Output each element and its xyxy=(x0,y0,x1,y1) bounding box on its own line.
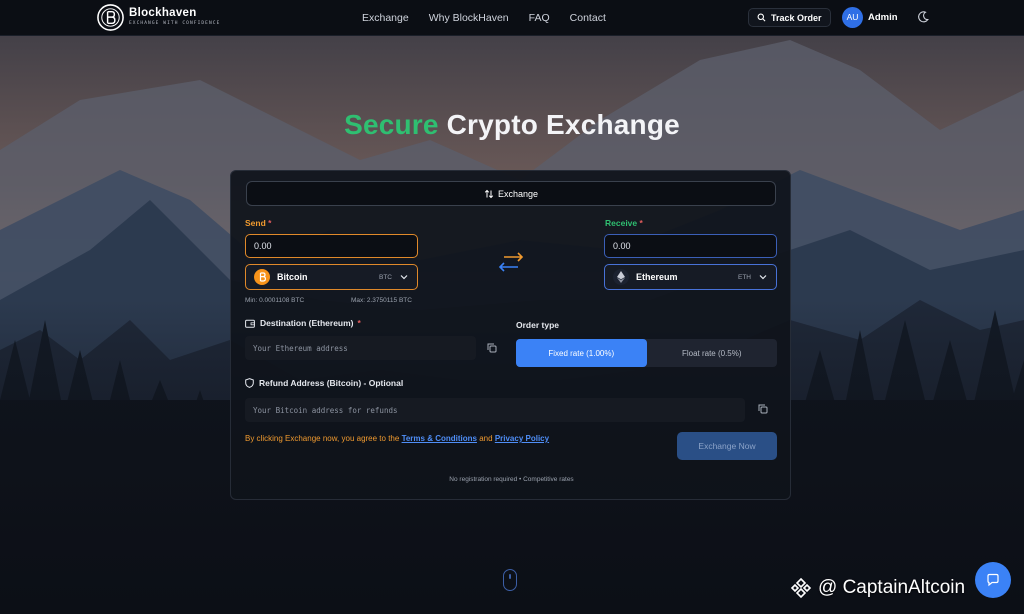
copy-refund-button[interactable] xyxy=(754,400,772,418)
required-mark: * xyxy=(639,218,643,228)
send-coin-select[interactable]: Bitcoin BTC xyxy=(245,264,418,290)
nav-link-contact[interactable]: Contact xyxy=(570,12,606,24)
footnote: No registration required • Competitive r… xyxy=(449,476,574,483)
order-option-float-rate[interactable]: Float rate (0.5%) xyxy=(647,339,778,367)
search-icon xyxy=(757,13,766,22)
chat-support-button[interactable] xyxy=(975,562,1011,598)
nav-links: Exchange Why BlockHaven FAQ Contact xyxy=(362,0,626,36)
swap-arrows-icon[interactable] xyxy=(496,251,526,273)
user-name: Admin xyxy=(868,11,898,23)
copy-icon xyxy=(758,404,768,414)
wallet-icon xyxy=(245,319,255,328)
receive-label: Receive * xyxy=(605,218,643,228)
destination-label-text: Destination (Ethereum) xyxy=(260,318,354,328)
terms-and: and xyxy=(479,434,493,443)
receive-coin-select[interactable]: Ethereum ETH xyxy=(604,264,777,290)
refund-label: Refund Address (Bitcoin) - Optional xyxy=(245,378,403,388)
watermark-text: @ CaptainAltcoin xyxy=(818,577,966,598)
nav-link-faq[interactable]: FAQ xyxy=(529,12,550,24)
order-type-label: Order type xyxy=(516,320,559,330)
chevron-down-icon xyxy=(759,275,767,280)
moon-icon[interactable] xyxy=(916,10,930,24)
send-label-text: Send xyxy=(245,218,266,228)
destination-address-input[interactable]: Your Ethereum address xyxy=(245,336,476,360)
send-amount-input[interactable]: 0.00 xyxy=(245,234,418,258)
send-max-limit: Max: 2.3750115 BTC xyxy=(351,297,412,304)
order-option-fixed-rate[interactable]: Fixed rate (1.00%) xyxy=(516,339,647,367)
tab-exchange-label: Exchange xyxy=(497,188,539,199)
swap-vertical-icon xyxy=(484,189,494,198)
shield-icon xyxy=(245,378,254,388)
exchange-now-button[interactable]: Exchange Now xyxy=(677,432,777,460)
user-menu[interactable]: AU Admin xyxy=(842,6,898,28)
receive-label-text: Receive xyxy=(605,218,638,228)
order-type-toggle: Fixed rate (1.00%) Float rate (0.5%) xyxy=(516,339,777,367)
receive-coin-name: Ethereum xyxy=(636,272,678,282)
terms-prefix: By clicking Exchange now, you agree to t… xyxy=(245,434,400,443)
send-coin-name: Bitcoin xyxy=(277,272,308,282)
privacy-link[interactable]: Privacy Policy xyxy=(495,434,549,443)
receive-amount-input[interactable]: 0.00 xyxy=(604,234,777,258)
binance-logo-icon xyxy=(790,577,812,599)
receive-coin-symbol: ETH xyxy=(738,273,751,281)
scroll-mouse-icon xyxy=(503,569,517,591)
tab-exchange[interactable]: Exchange xyxy=(246,181,776,206)
blockhaven-logo-icon xyxy=(97,3,124,31)
terms-link[interactable]: Terms & Conditions xyxy=(402,434,477,443)
destination-label: Destination (Ethereum) * xyxy=(245,318,361,328)
watermark: @ CaptainAltcoin xyxy=(790,575,965,601)
refund-address-input[interactable]: Your Bitcoin address for refunds xyxy=(245,398,745,422)
copy-icon xyxy=(487,343,497,353)
chevron-down-icon xyxy=(400,275,408,280)
exchange-card: Exchange Send * 0.00 Bitcoin BTC Min: 0.… xyxy=(230,170,791,500)
brand-name: Blockhaven xyxy=(129,6,197,19)
brand-tagline: EXCHANGE WITH CONFIDENCE xyxy=(129,21,221,26)
copy-destination-button[interactable] xyxy=(483,339,501,357)
top-navbar: Blockhaven EXCHANGE WITH CONFIDENCE Exch… xyxy=(0,0,1024,36)
required-mark: * xyxy=(357,318,361,328)
bitcoin-icon xyxy=(254,269,270,285)
hero-title-rest: Crypto Exchange xyxy=(446,109,680,140)
brand-logo-link[interactable]: Blockhaven EXCHANGE WITH CONFIDENCE xyxy=(96,2,220,32)
refund-label-text: Refund Address (Bitcoin) - Optional xyxy=(259,378,404,388)
chat-icon xyxy=(987,573,999,587)
nav-link-exchange[interactable]: Exchange xyxy=(362,12,409,24)
nav-link-why-blockhaven[interactable]: Why BlockHaven xyxy=(429,12,509,24)
ethereum-icon xyxy=(613,269,629,285)
track-order-label: Track Order xyxy=(771,12,822,23)
hero-title-accent: Secure xyxy=(344,109,439,140)
send-label: Send * xyxy=(245,218,271,228)
required-mark: * xyxy=(268,218,272,228)
track-order-button[interactable]: Track Order xyxy=(748,8,831,27)
send-min-limit: Min: 0.0001108 BTC xyxy=(245,297,305,304)
terms-notice: By clicking Exchange now, you agree to t… xyxy=(245,434,549,443)
send-coin-symbol: BTC xyxy=(379,273,392,281)
avatar: AU xyxy=(842,6,863,28)
hero-title: Secure Crypto Exchange xyxy=(0,109,1024,141)
